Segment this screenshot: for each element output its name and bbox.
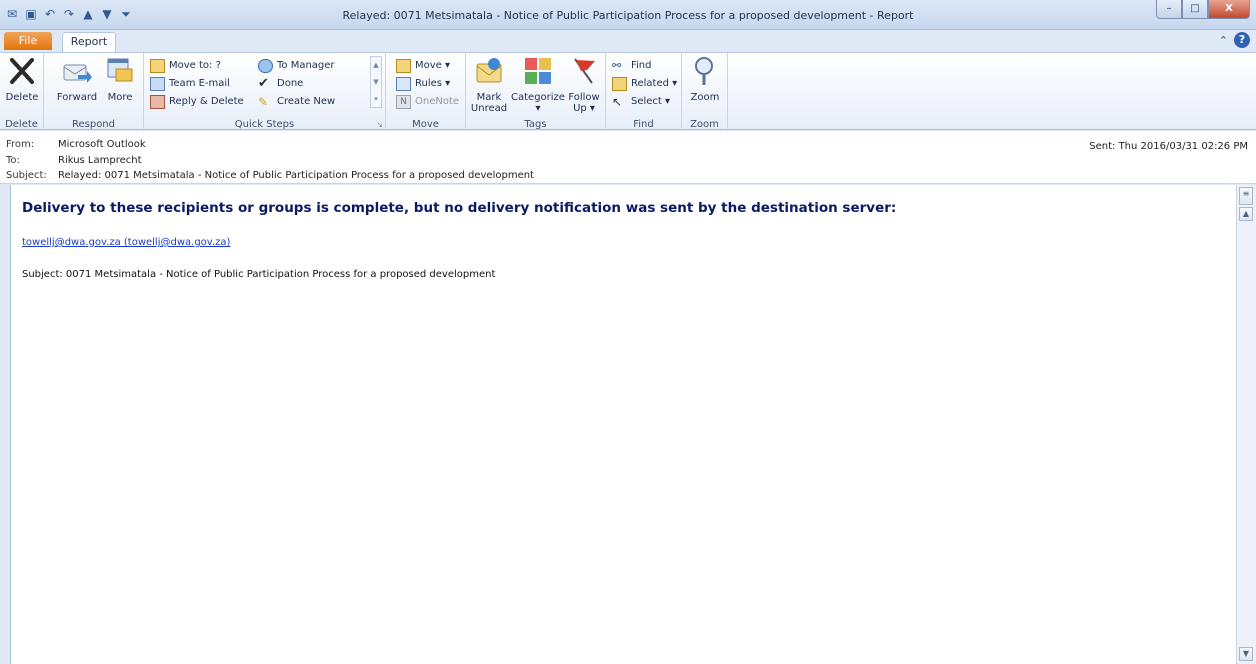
maximize-button[interactable]: □ [1182, 0, 1208, 19]
mark-unread-envelope-icon [476, 58, 502, 83]
group-move: Move ▾ Rules ▾ N OneNote Move [386, 53, 466, 131]
dialog-launcher-icon[interactable]: ↘ [376, 120, 383, 129]
message-header: From: Microsoft Outlook To: Rikus Lamprech… [0, 131, 1256, 184]
quickstep-done[interactable]: ✔ Done [258, 75, 303, 92]
follow-up-button[interactable]: Follow Up ▾ [566, 55, 602, 114]
original-subject: Subject: 0071 Metsimatala - Notice of Pu… [22, 269, 496, 280]
rules-button[interactable]: Rules ▾ [396, 75, 450, 92]
checkmark-icon: ✔ [258, 75, 269, 91]
move-to-folder-icon [150, 58, 165, 73]
to-manager-icon [258, 58, 273, 73]
onenote-button[interactable]: N OneNote [396, 93, 459, 110]
message-body: Delivery to these recipients or groups i… [10, 185, 1238, 664]
group-label: Zoom [690, 119, 719, 130]
scroll-down-icon[interactable]: ▼ [371, 74, 381, 91]
team-email-icon [150, 76, 165, 91]
quickstep-to-manager[interactable]: To Manager [258, 57, 335, 74]
categorize-dropdown-icon: ▾ [535, 103, 541, 114]
window-title: Relayed: 0071 Metsimatala - Notice of Pu… [342, 9, 914, 22]
to-value[interactable]: Rikus Lamprecht [58, 155, 142, 166]
to-row: To: Rikus Lamprecht [6, 155, 142, 166]
binoculars-icon: ⚯ [612, 58, 622, 72]
related-button[interactable]: Related ▾ [612, 75, 677, 92]
move-button[interactable]: Move ▾ [396, 57, 450, 74]
forward-button[interactable]: Forward [54, 55, 100, 103]
related-icon [612, 76, 627, 91]
zoom-magnifier-icon [695, 57, 713, 85]
move-folder-icon [396, 58, 411, 73]
group-delete: Delete Delete [0, 53, 44, 131]
forward-icon [63, 64, 92, 83]
group-label: Quick Steps [234, 119, 295, 130]
categorize-icon [525, 58, 551, 84]
scroll-up-arrow-icon[interactable]: ▲ [1239, 207, 1253, 221]
sent-value: Thu 2016/03/31 02:26 PM [1118, 141, 1248, 152]
quickstep-reply-delete[interactable]: Reply & Delete [150, 93, 244, 110]
group-find: ⚯ Find Related ▾ ↖ Select ▾ Find [606, 53, 682, 131]
from-label: From: [6, 139, 35, 150]
delivery-heading: Delivery to these recipients or groups i… [22, 200, 897, 216]
more-calendar-icon [107, 58, 133, 82]
onenote-icon: N [396, 94, 411, 109]
group-quick-steps: Move to: ? Team E-mail Reply & Delete To… [144, 53, 386, 131]
more-button[interactable]: More [102, 55, 138, 103]
to-label: To: [6, 155, 20, 166]
scroll-split-icon[interactable]: ≡ [1239, 187, 1253, 205]
scroll-up-icon[interactable]: ▲ [371, 57, 381, 74]
ribbon-tabs: File Report ⌃ ? [0, 30, 1256, 52]
sent-row: Sent: Thu 2016/03/31 02:26 PM [1089, 141, 1248, 152]
quick-steps-scroller[interactable]: ▲ ▼ ▾ [370, 56, 382, 108]
subject-row: Subject: Relayed: 0071 Metsimatala - Noti… [6, 170, 534, 181]
follow-up-flag-icon [574, 58, 595, 84]
from-value[interactable]: Microsoft Outlook [58, 139, 146, 150]
group-respond: Forward More Respond [44, 53, 144, 131]
zoom-button[interactable]: Zoom [686, 55, 724, 103]
group-label: Find [633, 119, 654, 130]
close-button[interactable]: X [1208, 0, 1250, 19]
group-label: Delete [5, 119, 38, 130]
delete-button[interactable]: Delete [2, 55, 42, 103]
subject-label: Subject: [6, 170, 47, 181]
delete-x-icon [10, 58, 34, 84]
title-bar: ✉ ▣ ↶ ↷ ▲ ▼ ⏷ Relayed: 0071 Metsimatala … [0, 0, 1256, 30]
create-new-icon: ✎ [258, 94, 269, 109]
ribbon: Delete Delete Forward More Respond Move … [0, 52, 1256, 131]
sent-label: Sent: [1089, 141, 1116, 152]
more-quick-steps-icon[interactable]: ▾ [371, 91, 381, 108]
group-label: Respond [71, 119, 115, 130]
quickstep-move-to[interactable]: Move to: ? [150, 57, 221, 74]
vertical-scrollbar[interactable]: ≡ ▲ ▼ [1236, 185, 1256, 664]
from-row: From: Microsoft Outlook [6, 139, 146, 150]
tab-file[interactable]: File [4, 32, 52, 50]
find-button[interactable]: ⚯ Find [612, 57, 652, 74]
subject-value: Relayed: 0071 Metsimatala - Notice of Pu… [58, 170, 534, 181]
minimize-button[interactable]: – [1156, 0, 1182, 19]
rules-icon [396, 76, 411, 91]
group-label: Tags [524, 119, 547, 130]
mark-unread-button[interactable]: Mark Unread [468, 55, 510, 114]
select-button[interactable]: ↖ Select ▾ [612, 93, 670, 110]
scroll-down-arrow-icon[interactable]: ▼ [1239, 647, 1253, 661]
help-icon[interactable]: ? [1234, 32, 1250, 48]
categorize-button[interactable]: Categorize ▾ [510, 55, 566, 114]
tab-report[interactable]: Report [62, 32, 116, 52]
reply-delete-icon [150, 94, 165, 109]
group-zoom: Zoom Zoom [682, 53, 728, 131]
group-tags: Mark Unread Categorize ▾ Follow Up ▾ Tag… [466, 53, 606, 131]
quickstep-team-email[interactable]: Team E-mail [150, 75, 230, 92]
ribbon-minimize-icon[interactable]: ⌃ [1219, 34, 1228, 47]
recipient-link[interactable]: towellj@dwa.gov.za (towellj@dwa.gov.za) [22, 237, 230, 248]
quickstep-create-new[interactable]: ✎ Create New [258, 93, 335, 110]
select-cursor-icon: ↖ [612, 94, 623, 109]
group-label: Move [412, 119, 439, 130]
